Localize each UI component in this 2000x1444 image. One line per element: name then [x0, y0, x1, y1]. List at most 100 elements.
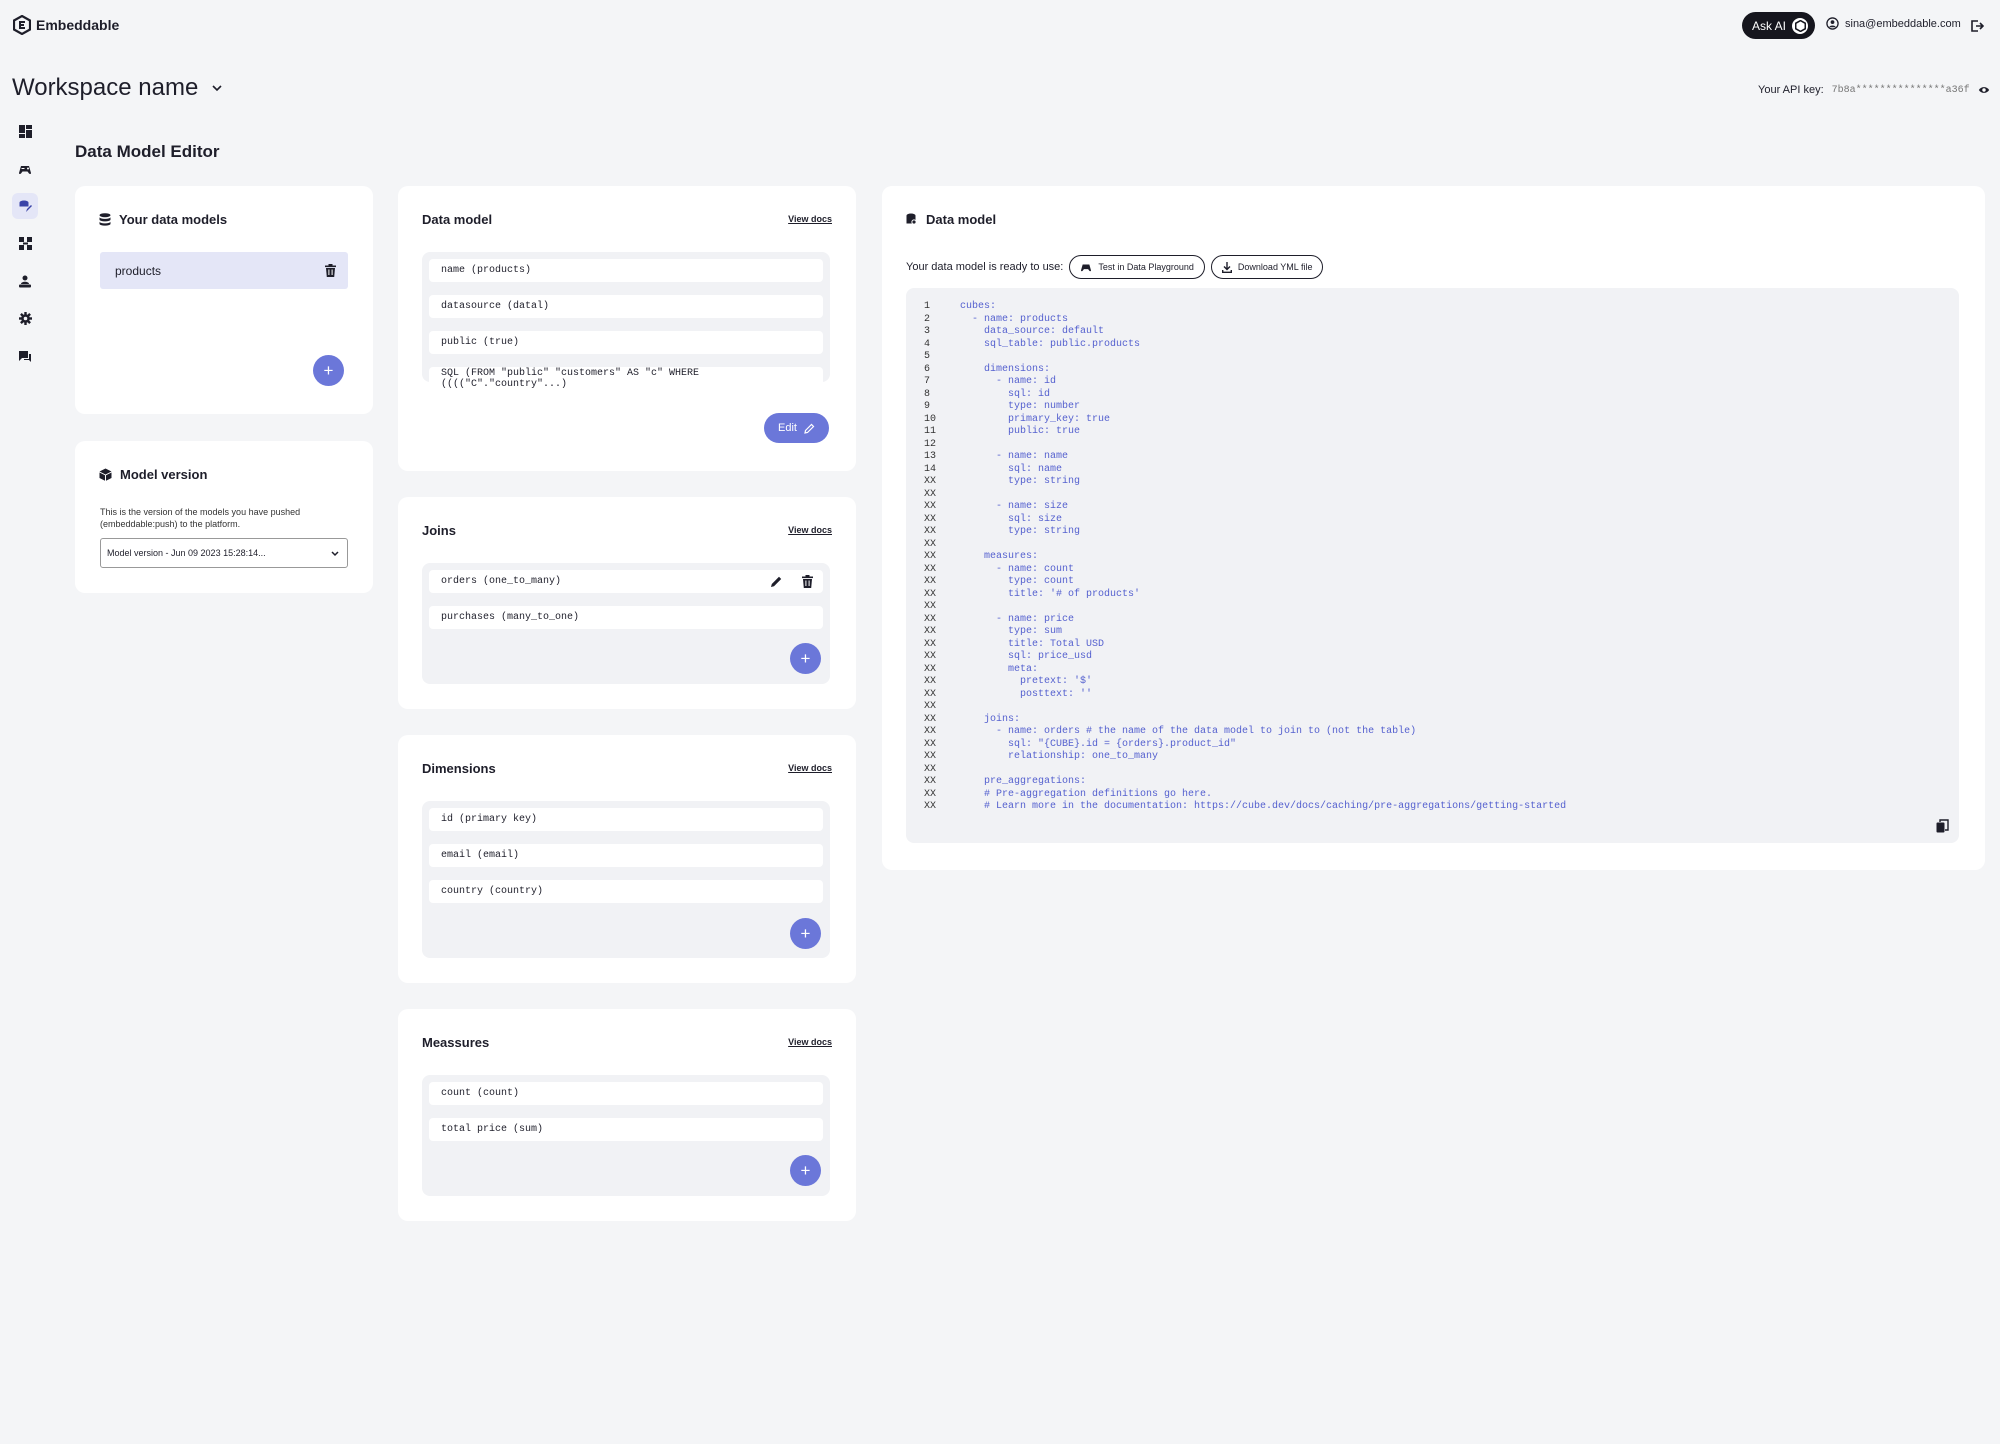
- join-item[interactable]: purchases (many_to_one): [429, 606, 823, 629]
- dimension-item[interactable]: country (country): [429, 880, 823, 903]
- code-line: XX title: Total USD: [924, 639, 1566, 652]
- logout-icon[interactable]: [1970, 19, 1984, 33]
- components-icon: [18, 237, 32, 250]
- yaml-card-label: Data model: [926, 212, 997, 227]
- model-version-title: Model version: [99, 467, 207, 482]
- page-title: Data Model Editor: [75, 142, 220, 161]
- eye-icon[interactable]: [1978, 85, 1990, 95]
- nav-playground[interactable]: [12, 156, 38, 182]
- code-line: XX: [924, 539, 1566, 552]
- measures-list: count (count) total price (sum) +: [422, 1075, 830, 1196]
- code-line: 2 - name: products: [924, 314, 1566, 327]
- data-model-item-label: products: [115, 263, 162, 278]
- code-line: XX: [924, 701, 1566, 714]
- joins-view-docs-link[interactable]: View docs: [788, 525, 832, 535]
- nav-settings[interactable]: [12, 306, 38, 332]
- edit-button[interactable]: Edit: [764, 413, 829, 443]
- line-text: type: number: [960, 401, 1081, 412]
- nav-dashboards[interactable]: [12, 118, 38, 144]
- app-name: Embeddable: [36, 17, 120, 33]
- code-line: XX: [924, 601, 1566, 614]
- add-join-button[interactable]: +: [790, 643, 821, 674]
- embeddable-logo-icon: [13, 15, 31, 35]
- code-line: XX sql: price_usd: [924, 651, 1566, 664]
- line-number: XX: [924, 688, 937, 700]
- measures-view-docs-link[interactable]: View docs: [788, 1037, 832, 1047]
- api-key-value: 7b8a***************a36f: [1831, 84, 1970, 96]
- line-number: 1: [924, 301, 931, 312]
- measure-item[interactable]: count (count): [429, 1082, 823, 1105]
- line-text: # Learn more in the documentation: https…: [960, 801, 1567, 812]
- code-line: 3 data_source: default: [924, 326, 1566, 339]
- line-number: XX: [924, 726, 937, 737]
- code-line: XX type: sum: [924, 626, 1566, 639]
- your-data-models-label: Your data models: [119, 212, 228, 227]
- copy-icon[interactable]: [1936, 819, 1949, 833]
- data-model-view-docs-link[interactable]: View docs: [788, 214, 832, 224]
- line-number: 13: [924, 451, 937, 462]
- line-number: XX: [924, 763, 937, 775]
- data-model-item-products[interactable]: products: [100, 252, 348, 289]
- line-number: 8: [924, 388, 931, 400]
- nav-support[interactable]: [12, 343, 38, 369]
- download-yml-button[interactable]: Download YML file: [1210, 255, 1324, 279]
- data-model-icon: [906, 213, 917, 225]
- data-model-fields: name (products) datasource (datal) publi…: [422, 252, 830, 390]
- team-icon: [19, 275, 31, 287]
- support-icon: [19, 350, 31, 362]
- model-version-label: Model version: [120, 467, 208, 482]
- line-text: - name: price: [960, 613, 1075, 625]
- trash-icon[interactable]: [325, 264, 336, 277]
- add-measure-button[interactable]: +: [790, 1155, 821, 1186]
- nav-components[interactable]: [12, 231, 38, 257]
- workspace-selector[interactable]: Workspace name: [12, 74, 222, 102]
- line-number: 4: [924, 338, 931, 350]
- ask-ai-button[interactable]: Ask AI: [1742, 12, 1815, 39]
- line-number: XX: [924, 701, 937, 712]
- trash-icon[interactable]: [802, 575, 813, 588]
- code-line: XX - name: count: [924, 564, 1566, 577]
- code-line: XX measures:: [924, 551, 1566, 564]
- dimension-item[interactable]: email (email): [429, 844, 823, 867]
- nav-data-models[interactable]: [12, 193, 38, 219]
- line-text: type: string: [960, 476, 1081, 487]
- line-text: primary_key: true: [960, 413, 1111, 425]
- measure-item[interactable]: total price (sum): [429, 1118, 823, 1141]
- line-text: cubes:: [960, 301, 997, 312]
- add-dimension-button[interactable]: +: [790, 918, 821, 949]
- logo[interactable]: Embeddable: [13, 15, 119, 35]
- line-text: measures:: [960, 551, 1039, 562]
- field-sql[interactable]: SQL (FROM "public" "customers" AS "c" WH…: [429, 367, 823, 390]
- line-number: 2: [924, 313, 931, 325]
- dimensions-title: Dimensions: [422, 761, 496, 776]
- test-in-playground-button[interactable]: Test in Data Playground: [1069, 255, 1205, 279]
- field-public[interactable]: public (true): [429, 331, 823, 354]
- line-number: XX: [924, 713, 937, 725]
- dimension-item[interactable]: id (primary key): [429, 808, 823, 831]
- code-line: XX - name: price: [924, 614, 1566, 627]
- field-name[interactable]: name (products): [429, 259, 823, 282]
- dimensions-view-docs-link[interactable]: View docs: [788, 763, 832, 773]
- download-icon: [1221, 261, 1232, 273]
- model-version-card: Model version This is the version of the…: [75, 441, 373, 593]
- your-data-models-title: Your data models: [99, 212, 227, 227]
- add-data-model-button[interactable]: +: [313, 355, 344, 386]
- field-datasource[interactable]: datasource (datal): [429, 295, 823, 318]
- line-text: relationship: one_to_many: [960, 751, 1159, 762]
- model-version-select[interactable]: Model version - Jun 09 2023 15:28:14...: [100, 538, 348, 568]
- yaml-code-editor[interactable]: 1 cubes: 2 - name: products 3 data_source: …: [906, 288, 1959, 843]
- join-item[interactable]: orders (one_to_many): [429, 570, 823, 593]
- playground-icon: [19, 165, 31, 174]
- code-line: XX: [924, 489, 1566, 502]
- pencil-icon[interactable]: [770, 575, 783, 588]
- line-text: - name: size: [960, 501, 1069, 512]
- line-number: 3: [924, 326, 931, 337]
- data-model-card: Data model View docs name (products) dat…: [398, 186, 856, 471]
- nav-team[interactable]: [12, 268, 38, 294]
- yaml-actions: Your data model is ready to use: Test in…: [906, 255, 1324, 279]
- ready-text: Your data model is ready to use:: [906, 261, 1064, 273]
- line-number: XX: [924, 663, 937, 675]
- user-menu[interactable]: sina@embeddable.com: [1826, 17, 1961, 30]
- line-number: 11: [924, 426, 937, 437]
- code-line: XX sql: size: [924, 514, 1566, 527]
